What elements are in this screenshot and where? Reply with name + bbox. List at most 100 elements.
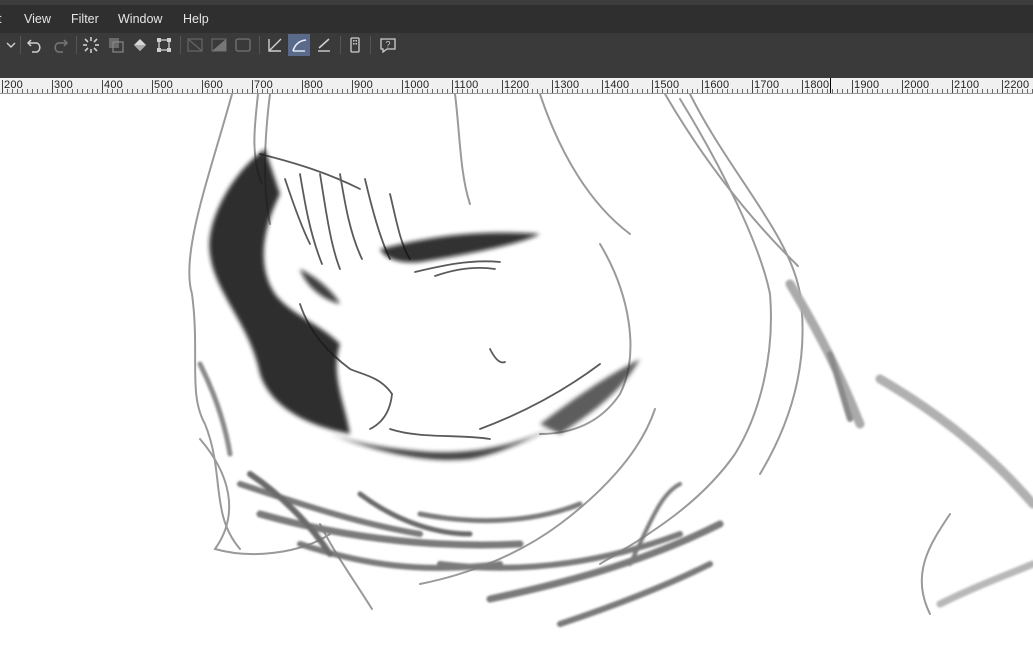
ruler-minor-tick — [672, 89, 673, 93]
ruler-minor-tick — [477, 89, 478, 93]
ruler-minor-tick — [842, 89, 843, 93]
ruler-minor-tick — [82, 89, 83, 93]
sketch-artwork — [188, 94, 1033, 627]
ruler-minor-tick — [282, 89, 283, 93]
clear-icon[interactable] — [184, 34, 206, 56]
ruler-minor-tick — [277, 89, 278, 93]
ruler-minor-tick — [577, 89, 578, 93]
ruler-minor-tick — [957, 89, 958, 93]
ruler-line-icon[interactable] — [264, 34, 286, 56]
ruler-minor-tick — [387, 89, 388, 93]
ruler-minor-tick — [237, 89, 238, 93]
redo-icon[interactable] — [49, 34, 71, 56]
ruler-minor-tick — [917, 89, 918, 93]
ruler-minor-tick — [17, 89, 18, 93]
ruler-minor-tick — [412, 89, 413, 93]
ruler-minor-tick — [867, 89, 868, 93]
ruler-minor-tick — [977, 89, 978, 93]
ruler-minor-tick — [817, 89, 818, 93]
ruler-minor-tick — [147, 89, 148, 93]
ruler-minor-tick — [617, 89, 618, 93]
ruler-major-tick — [652, 80, 653, 93]
ruler-minor-tick — [837, 89, 838, 93]
ruler-minor-tick — [1017, 89, 1018, 93]
curve-ruler-icon[interactable] — [288, 34, 310, 56]
ruler-minor-tick — [407, 89, 408, 93]
ruler-minor-tick — [207, 89, 208, 93]
pen-ruler-icon[interactable] — [313, 34, 335, 56]
ruler-major-tick — [352, 80, 353, 93]
ruler-minor-tick — [462, 89, 463, 93]
ruler-major-tick — [2, 80, 3, 93]
ruler-major-tick — [902, 80, 903, 93]
ruler-minor-tick — [437, 89, 438, 93]
ruler-minor-tick — [332, 89, 333, 93]
ruler-minor-tick — [427, 89, 428, 93]
dropdown-chevron-icon[interactable] — [0, 34, 22, 56]
ruler-minor-tick — [542, 89, 543, 93]
ruler-minor-tick — [557, 89, 558, 93]
ruler-minor-tick — [117, 89, 118, 93]
ruler-minor-tick — [7, 89, 8, 93]
ruler-minor-tick — [227, 89, 228, 93]
ruler-minor-tick — [1027, 89, 1028, 93]
menu-window[interactable]: Window — [118, 12, 162, 26]
ruler-minor-tick — [712, 89, 713, 93]
ruler-major-tick — [602, 80, 603, 93]
ruler-minor-tick — [572, 89, 573, 93]
ruler-minor-tick — [257, 89, 258, 93]
ruler-minor-tick — [767, 89, 768, 93]
ruler-minor-tick — [267, 89, 268, 93]
ruler-minor-tick — [1007, 89, 1008, 93]
ruler-minor-tick — [997, 89, 998, 93]
ruler-minor-tick — [922, 89, 923, 93]
ruler-major-tick — [452, 80, 453, 93]
drawing-canvas[interactable] — [0, 94, 1033, 660]
ruler-major-tick — [802, 80, 803, 93]
ruler-minor-tick — [912, 89, 913, 93]
help-icon[interactable]: ? — [377, 34, 399, 56]
undo-icon[interactable] — [24, 34, 46, 56]
ruler-minor-tick — [832, 89, 833, 93]
ruler-minor-tick — [537, 89, 538, 93]
ruler-minor-tick — [882, 89, 883, 93]
ruler-minor-tick — [932, 89, 933, 93]
ruler-minor-tick — [982, 89, 983, 93]
horizontal-ruler[interactable]: 200 300 400 500 600 700 800 900 1000 1100 1200 1300… — [0, 78, 1033, 94]
ruler-minor-tick — [457, 89, 458, 93]
ruler-minor-tick — [532, 89, 533, 93]
menu-filter[interactable]: Filter — [71, 12, 99, 26]
tool-property-bar — [0, 57, 1033, 78]
ruler-minor-tick — [582, 89, 583, 93]
ruler-minor-tick — [517, 89, 518, 93]
border-icon[interactable] — [232, 34, 254, 56]
ruler-minor-tick — [637, 89, 638, 93]
menu-partial-item[interactable]: t — [0, 12, 1, 26]
ruler-minor-tick — [642, 89, 643, 93]
copy-layer-icon[interactable] — [105, 34, 127, 56]
device-icon[interactable] — [344, 34, 366, 56]
ruler-minor-tick — [717, 89, 718, 93]
ruler-major-tick — [252, 80, 253, 93]
ruler-minor-tick — [812, 89, 813, 93]
ruler-minor-tick — [877, 89, 878, 93]
transform-icon[interactable] — [153, 34, 175, 56]
menu-view[interactable]: View — [24, 12, 51, 26]
ruler-minor-tick — [162, 89, 163, 93]
ruler-minor-tick — [987, 89, 988, 93]
menu-bar: t View Filter Window Help — [0, 0, 1033, 33]
menu-help[interactable]: Help — [183, 12, 209, 26]
ruler-minor-tick — [167, 89, 168, 93]
ruler-minor-tick — [1012, 89, 1013, 93]
ruler-minor-tick — [217, 89, 218, 93]
ruler-major-tick — [302, 80, 303, 93]
fill-icon[interactable] — [208, 34, 230, 56]
ruler-minor-tick — [627, 89, 628, 93]
ruler-minor-tick — [347, 89, 348, 93]
fill-bucket-icon[interactable] — [129, 34, 151, 56]
ruler-minor-tick — [392, 89, 393, 93]
ruler-minor-tick — [432, 89, 433, 93]
ruler-minor-tick — [442, 89, 443, 93]
ruler-minor-tick — [97, 89, 98, 93]
loading-spinner-icon[interactable] — [80, 34, 102, 56]
